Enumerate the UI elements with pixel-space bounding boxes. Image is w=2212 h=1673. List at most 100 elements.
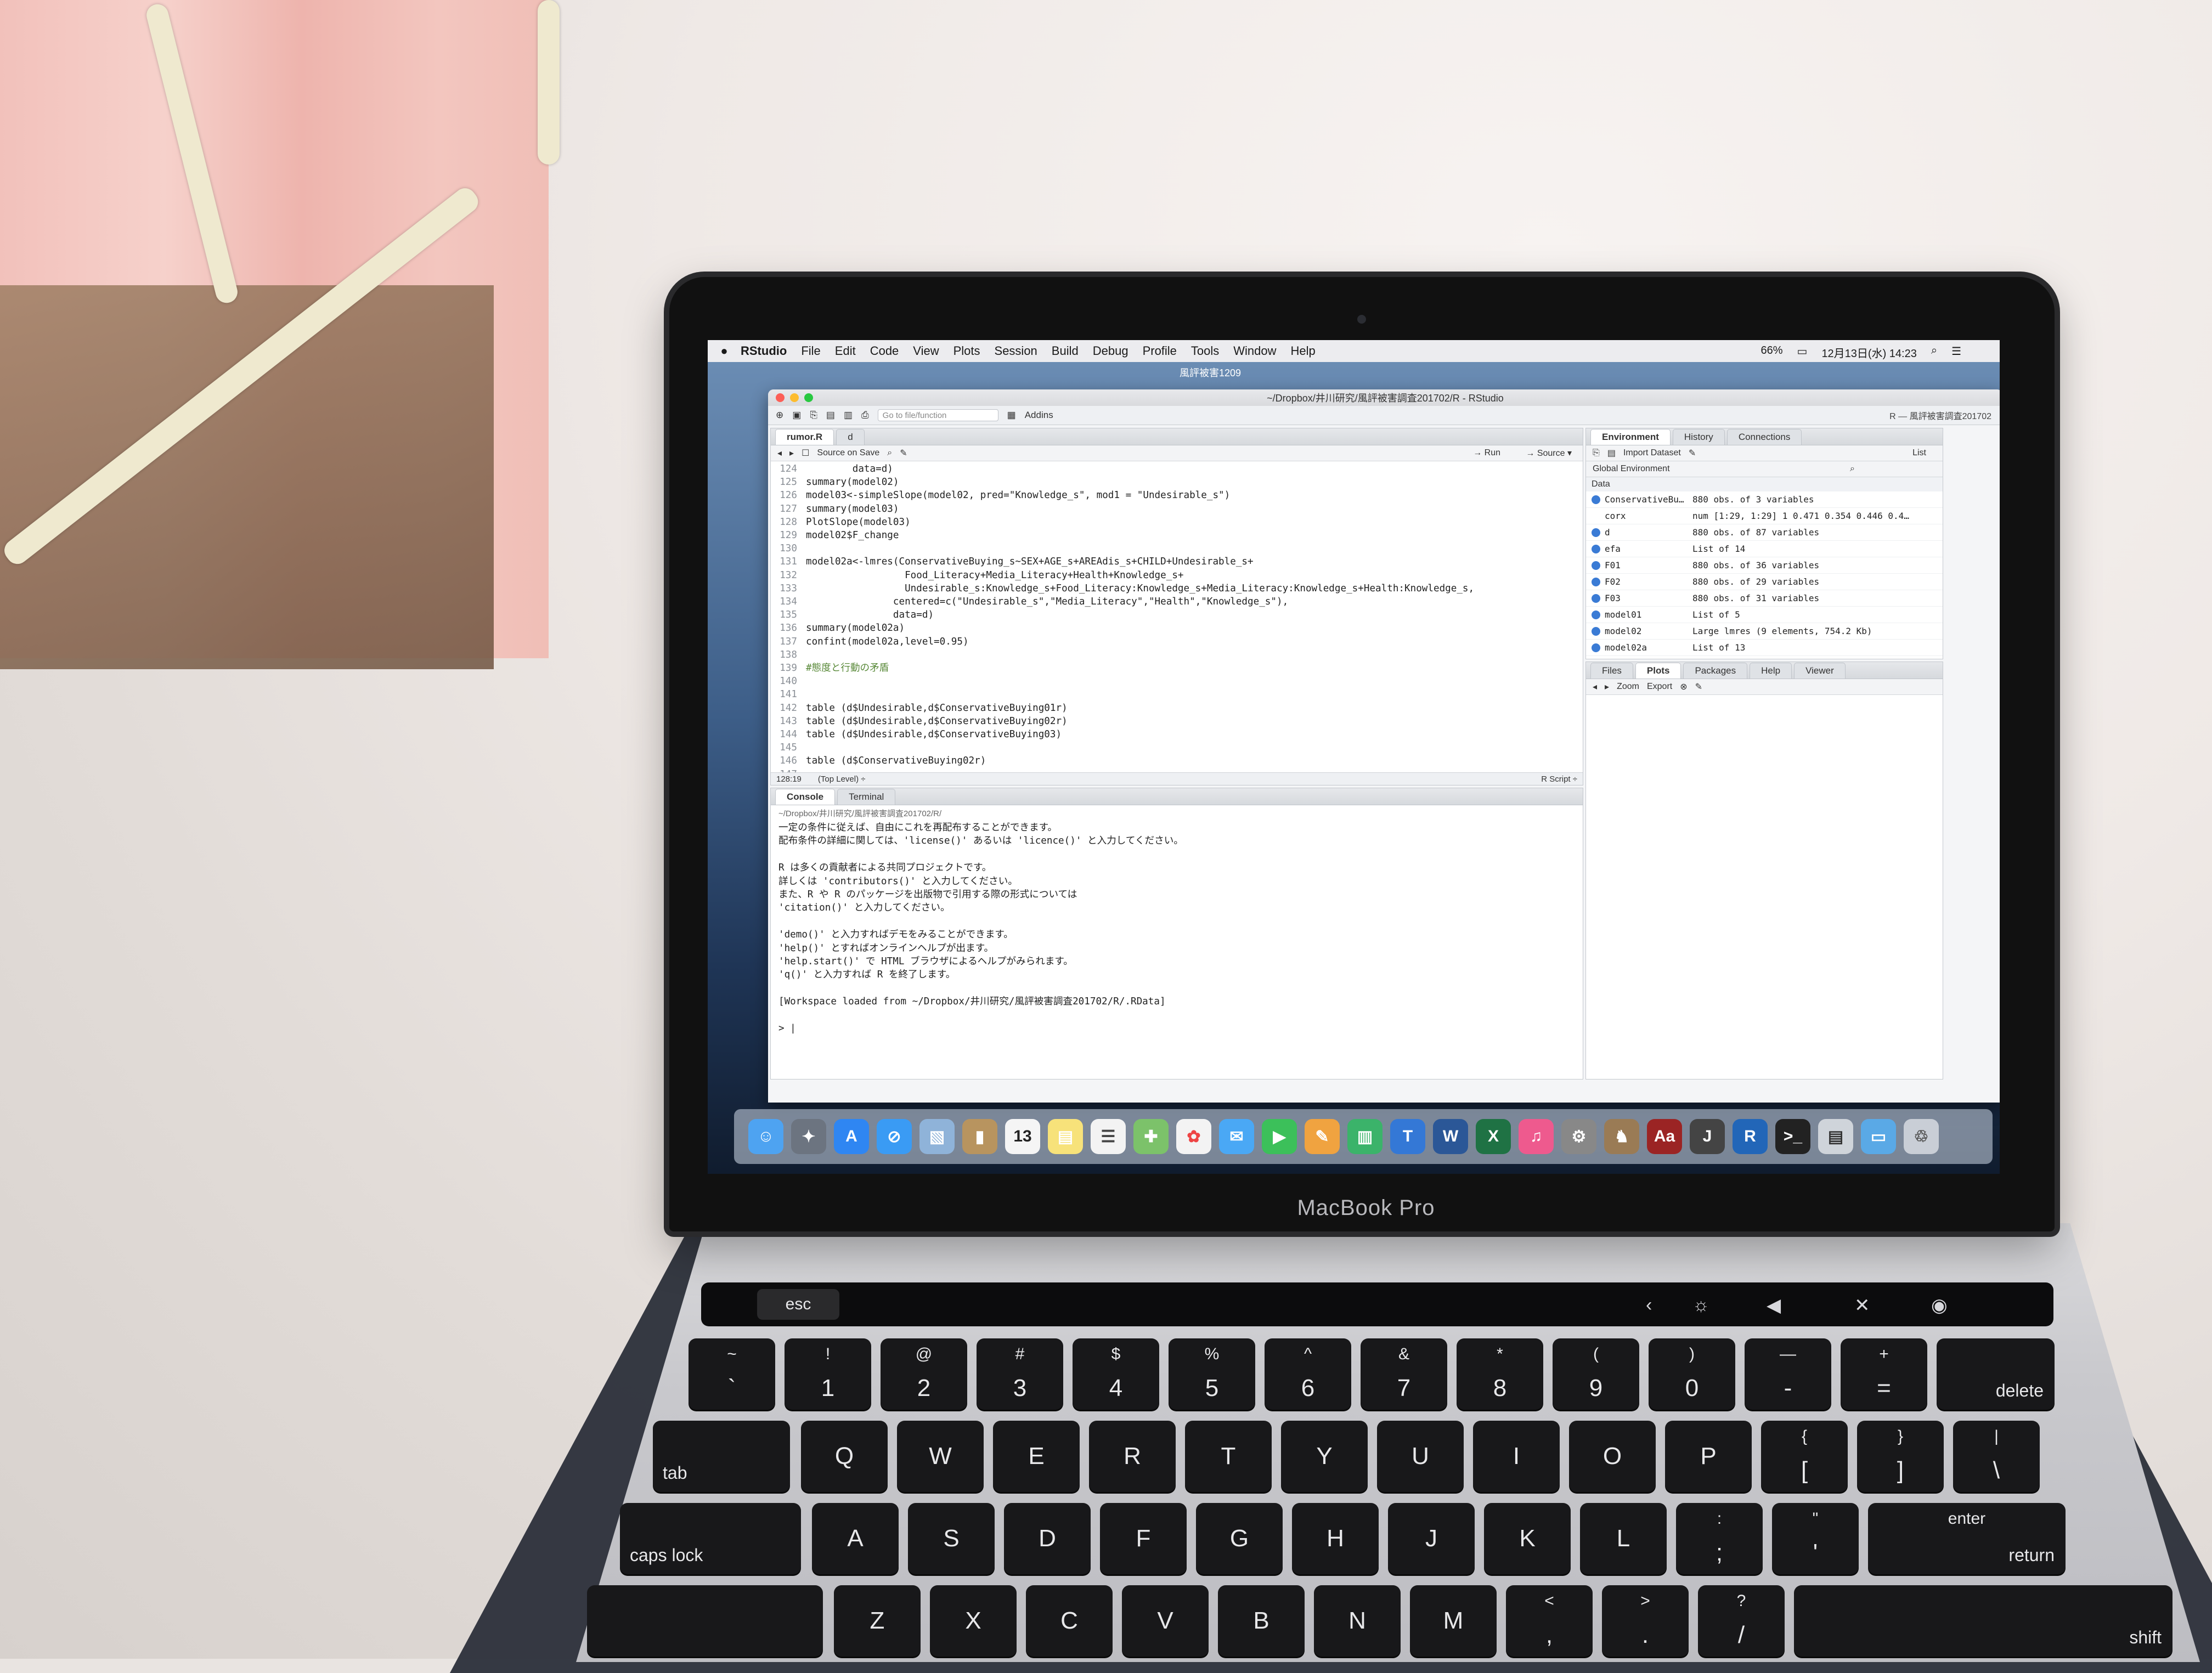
- photos-icon[interactable]: ✿: [1176, 1119, 1211, 1154]
- key-5[interactable]: % 5: [1169, 1338, 1255, 1410]
- code-line[interactable]: 129 model02$F_change: [771, 529, 1583, 542]
- key-c[interactable]: C: [1026, 1585, 1113, 1657]
- wand-icon[interactable]: ✎: [900, 448, 907, 459]
- env-row[interactable]: efa List of 14: [1586, 541, 1943, 557]
- key-y[interactable]: Y: [1281, 1421, 1368, 1492]
- save-icon[interactable]: ▤: [826, 410, 835, 421]
- zoom-button[interactable]: Zoom: [1617, 682, 1639, 692]
- expand-icon[interactable]: [1592, 561, 1600, 570]
- global-environment-selector[interactable]: Global Environment: [1593, 464, 1670, 474]
- contacts-icon[interactable]: ▮: [962, 1119, 997, 1154]
- key-v[interactable]: V: [1122, 1585, 1209, 1657]
- brightness-icon[interactable]: ☼: [1692, 1295, 1709, 1316]
- touchbar-chevron-icon[interactable]: ‹: [1646, 1295, 1652, 1316]
- console-output[interactable]: 一定の条件に従えば、自由にこれを再配布することができます。 配布条件の詳細に関して…: [771, 821, 1583, 1036]
- bracket-key-2[interactable]: | \: [1953, 1421, 2040, 1492]
- grid-icon[interactable]: ▦: [1007, 410, 1016, 421]
- tab-history[interactable]: History: [1672, 429, 1725, 445]
- code-line[interactable]: 133 Undesirable_s:Knowledge_s+Food_Liter…: [771, 582, 1583, 595]
- key-k[interactable]: K: [1484, 1503, 1571, 1574]
- key-l[interactable]: L: [1580, 1503, 1667, 1574]
- menu-window[interactable]: Window: [1233, 344, 1276, 358]
- key-d[interactable]: D: [1004, 1503, 1091, 1574]
- code-line[interactable]: 130: [771, 542, 1583, 555]
- addins-menu[interactable]: Addins: [1025, 410, 1053, 421]
- menu-help[interactable]: Help: [1291, 344, 1316, 358]
- r-icon[interactable]: R: [1733, 1119, 1768, 1154]
- expand-icon[interactable]: [1592, 594, 1600, 603]
- expand-icon[interactable]: [1592, 577, 1600, 586]
- env-row[interactable]: ConservativeBu… 880 obs. of 3 variables: [1586, 491, 1943, 508]
- key-q[interactable]: Q: [801, 1421, 888, 1492]
- facetime-icon[interactable]: ▶: [1262, 1119, 1297, 1154]
- code-line[interactable]: 127 summary(model03): [771, 502, 1583, 516]
- clear-plots-icon[interactable]: ✎: [1695, 681, 1702, 692]
- tab-environment[interactable]: Environment: [1590, 429, 1671, 445]
- key-o[interactable]: O: [1569, 1421, 1656, 1492]
- search-icon[interactable]: ⌕: [887, 448, 892, 458]
- key-p[interactable]: P: [1665, 1421, 1752, 1492]
- scope-selector[interactable]: (Top Level) ÷: [818, 775, 866, 784]
- env-row[interactable]: corx num [1:29, 1:29] 1 0.471 0.354 0.446…: [1586, 508, 1943, 524]
- key-1[interactable]: ! 1: [785, 1338, 871, 1410]
- punct-key-b1[interactable]: >.: [1602, 1585, 1689, 1657]
- punct-key-b2[interactable]: ? /: [1698, 1585, 1785, 1657]
- env-row[interactable]: model02a List of 13: [1586, 640, 1943, 656]
- key-f[interactable]: F: [1100, 1503, 1187, 1574]
- env-row[interactable]: F01 880 obs. of 36 variables: [1586, 557, 1943, 574]
- env-row[interactable]: F02 880 obs. of 29 variables: [1586, 574, 1943, 590]
- punct-key-1[interactable]: " ': [1772, 1503, 1859, 1574]
- volume-icon[interactable]: ◀: [1767, 1295, 1781, 1316]
- messages-icon[interactable]: ✉: [1219, 1119, 1254, 1154]
- code-line[interactable]: 128 PlotSlope(model03): [771, 516, 1583, 529]
- print-icon[interactable]: ⎙: [861, 410, 869, 421]
- key-u[interactable]: U: [1377, 1421, 1464, 1492]
- key-z[interactable]: Z: [834, 1585, 921, 1657]
- key-b[interactable]: B: [1218, 1585, 1305, 1657]
- key-h[interactable]: H: [1292, 1503, 1379, 1574]
- code-line[interactable]: 143 table (d$Undesirable,d$ConservativeBu…: [771, 715, 1583, 728]
- new-file-icon[interactable]: ⊕: [776, 410, 783, 421]
- key-10[interactable]: ) 0: [1649, 1338, 1735, 1410]
- env-row[interactable]: model02 Large lmres (9 elements, 754.2 Kb…: [1586, 623, 1943, 640]
- tab-key[interactable]: tab: [653, 1421, 790, 1492]
- notes-icon[interactable]: ▤: [1048, 1119, 1083, 1154]
- code-line[interactable]: 135 data=d): [771, 608, 1583, 621]
- code-line[interactable]: 134 centered=c("Undesirable_s","Media_Li…: [771, 595, 1583, 608]
- forward-arrow-icon[interactable]: ▸: [789, 448, 794, 459]
- tab-connections[interactable]: Connections: [1726, 429, 1802, 445]
- key-7[interactable]: & 7: [1361, 1338, 1447, 1410]
- key-j[interactable]: J: [1388, 1503, 1475, 1574]
- env-row[interactable]: F03 880 obs. of 31 variables: [1586, 590, 1943, 607]
- key-g[interactable]: G: [1196, 1503, 1283, 1574]
- notification-center-icon[interactable]: ☰: [1951, 344, 1961, 360]
- expand-icon[interactable]: [1592, 528, 1600, 537]
- return-key[interactable]: enter return: [1868, 1503, 2066, 1574]
- launchpad-icon[interactable]: ✦: [791, 1119, 826, 1154]
- menu-debug[interactable]: Debug: [1093, 344, 1128, 358]
- key-9[interactable]: (9: [1553, 1338, 1639, 1410]
- code-line[interactable]: 145: [771, 741, 1583, 754]
- project-menu[interactable]: R — 風評被害調査201702: [1889, 409, 1991, 422]
- clock[interactable]: 12月13日(水) 14:23: [1821, 344, 1916, 360]
- open-project-icon[interactable]: ▣: [792, 410, 801, 421]
- automator-icon[interactable]: ♞: [1604, 1119, 1639, 1154]
- key-11[interactable]: — -: [1745, 1338, 1831, 1410]
- word-icon[interactable]: W: [1433, 1119, 1468, 1154]
- remove-plot-icon[interactable]: ⊗: [1680, 681, 1687, 692]
- menu-profile[interactable]: Profile: [1143, 344, 1177, 358]
- broom-icon[interactable]: ✎: [1689, 448, 1696, 459]
- system-preferences-icon[interactable]: ⚙: [1561, 1119, 1596, 1154]
- downloads-folder-icon[interactable]: ▭: [1861, 1119, 1896, 1154]
- mute-icon[interactable]: ✕: [1854, 1295, 1870, 1316]
- document-icon[interactable]: ▤: [1818, 1119, 1853, 1154]
- key-e[interactable]: E: [993, 1421, 1080, 1492]
- preview-icon[interactable]: ▧: [919, 1119, 955, 1154]
- tab-plots[interactable]: Plots: [1635, 663, 1681, 679]
- code-line[interactable]: 125 summary(model02): [771, 476, 1583, 489]
- key-6[interactable]: ^ 6: [1265, 1338, 1351, 1410]
- key-8[interactable]: * 8: [1457, 1338, 1543, 1410]
- code-line[interactable]: 138: [771, 648, 1583, 662]
- menu-build[interactable]: Build: [1052, 344, 1079, 358]
- key-i[interactable]: I: [1473, 1421, 1560, 1492]
